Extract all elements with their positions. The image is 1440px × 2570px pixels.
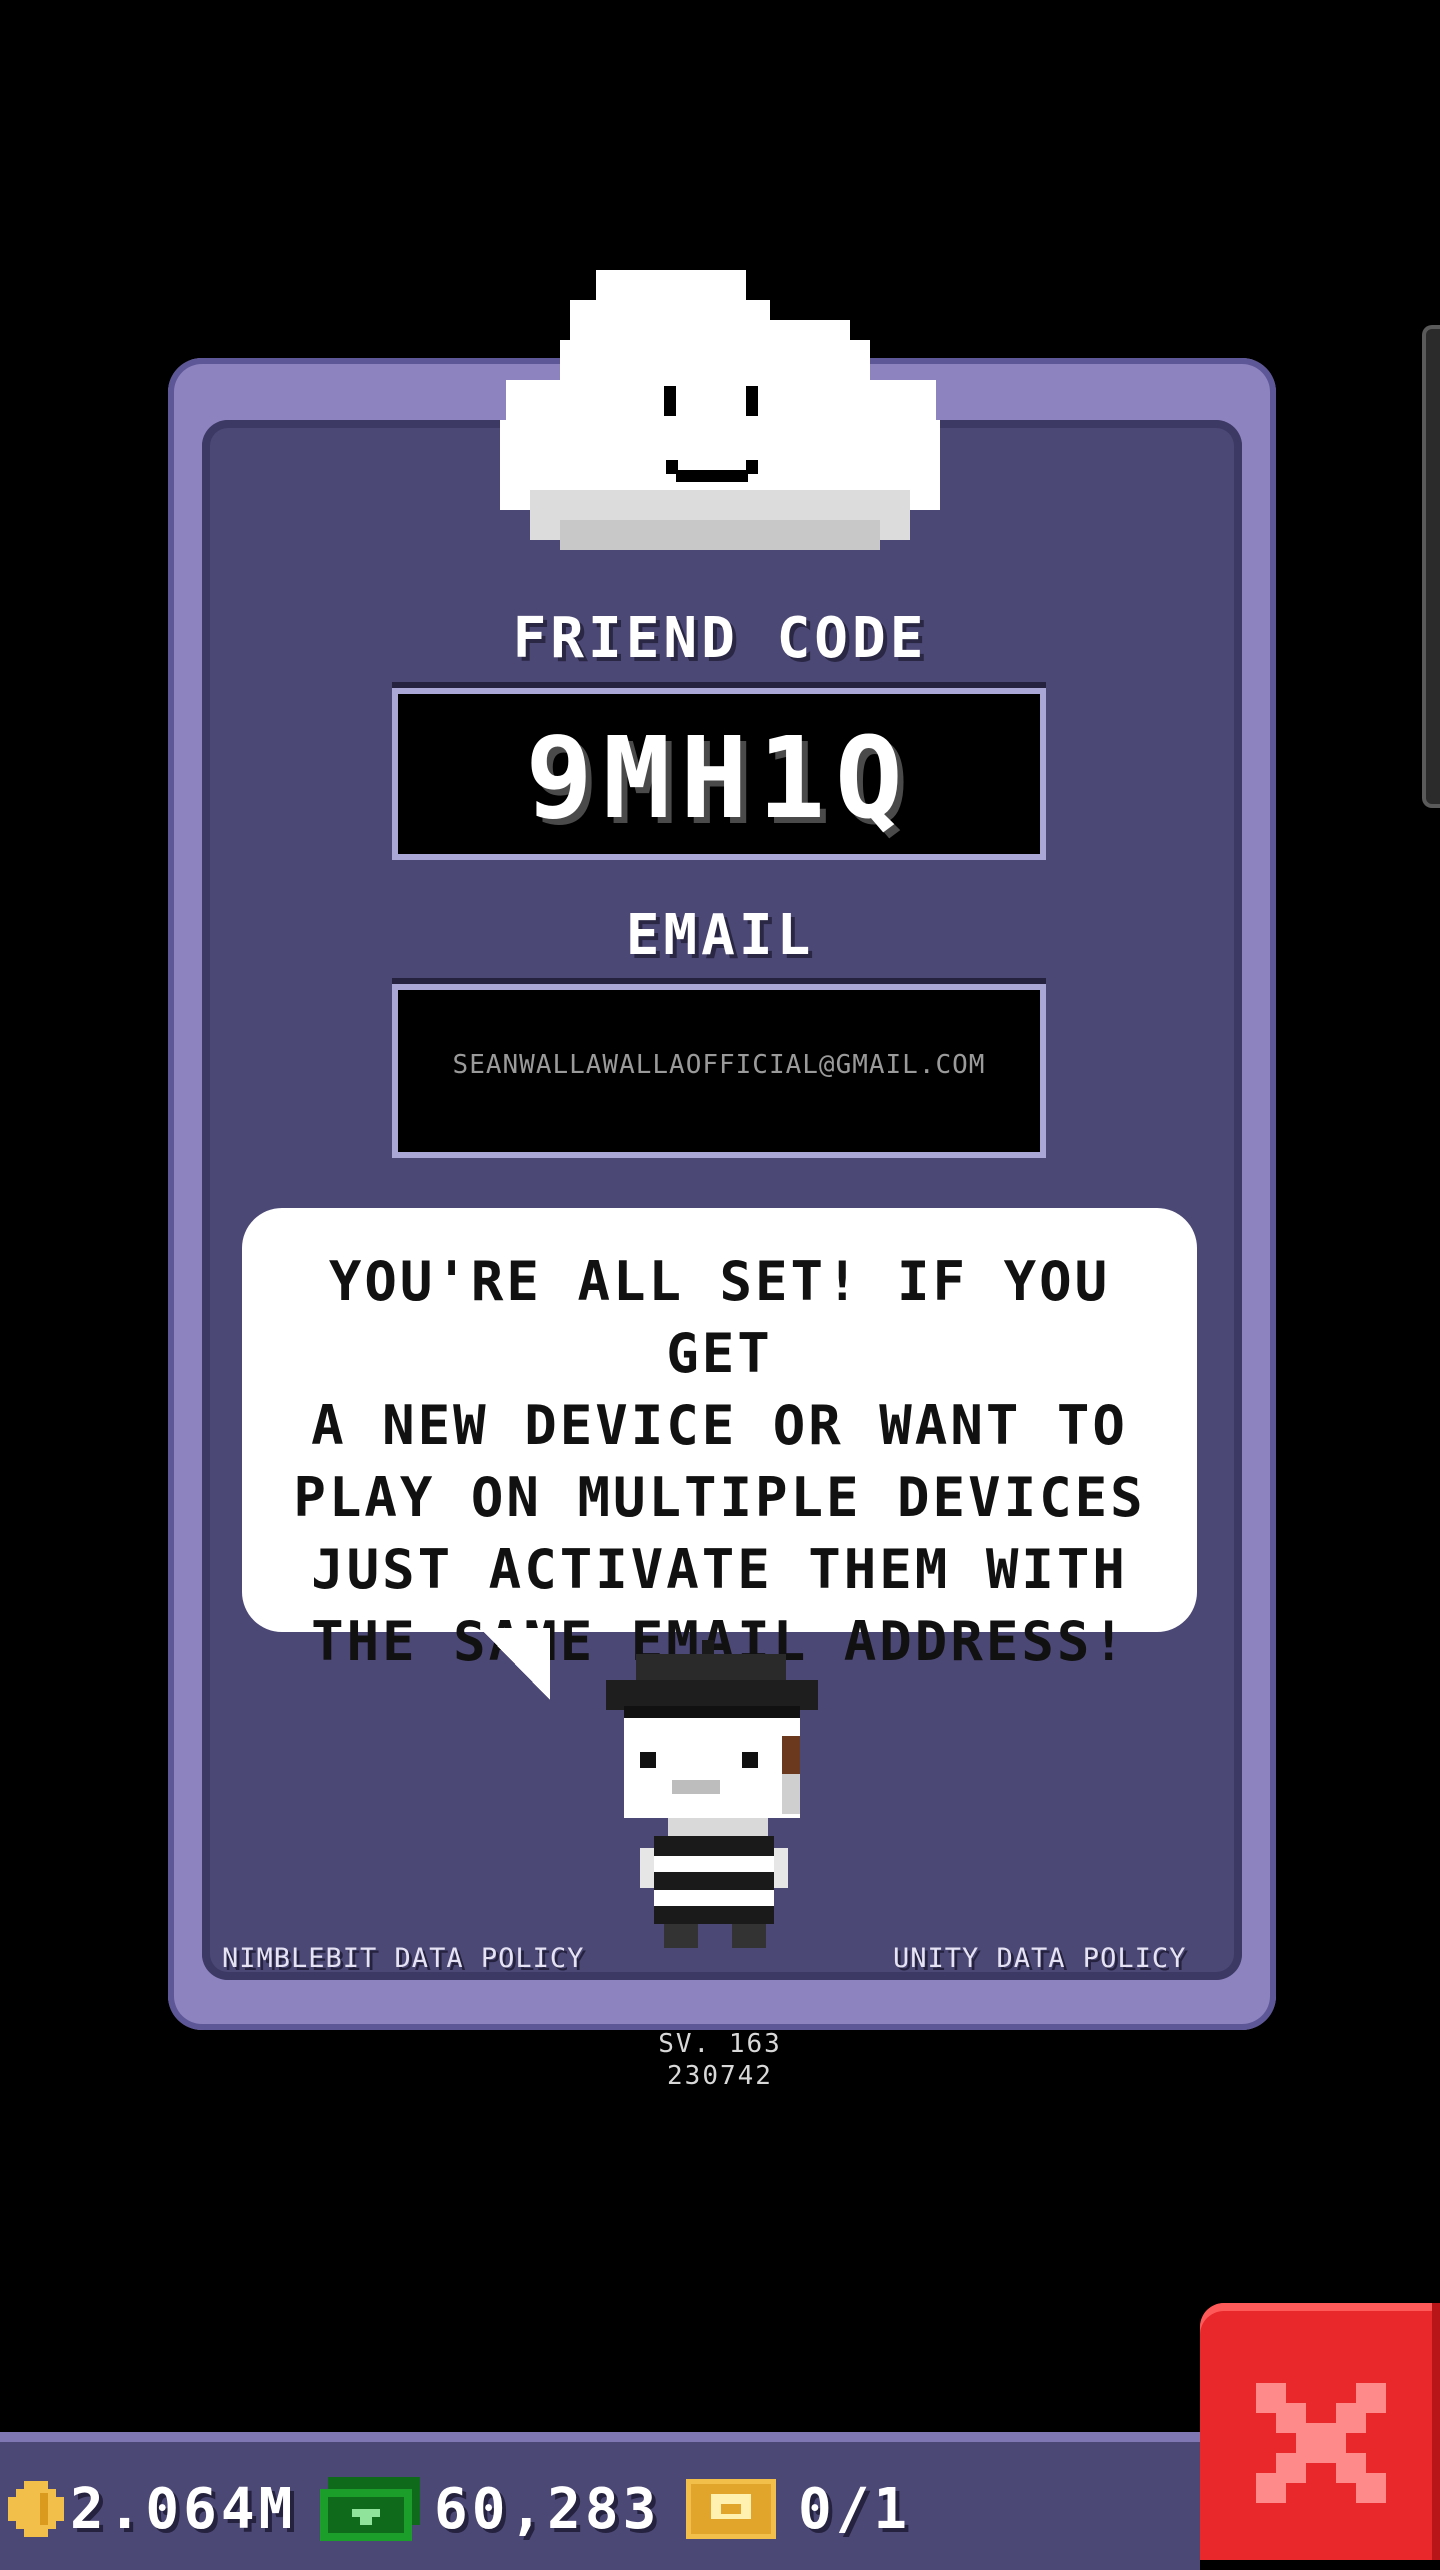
- friend-code-box[interactable]: 9MH1Q: [392, 688, 1046, 860]
- bux-value: 60,283: [434, 2476, 661, 2542]
- coins-value: 2.064M: [70, 2476, 297, 2542]
- speech-line: JUST ACTIVATE THEM WITH: [311, 1538, 1128, 1601]
- email-value: SEANWALLAWALLAOFFICIAL@GMAIL.COM: [452, 1050, 986, 1080]
- ticket-icon: [686, 2479, 776, 2539]
- tickets-stat: 0/1: [686, 2464, 911, 2554]
- speech-bubble: YOU'RE ALL SET! IF YOU GET A NEW DEVICE …: [242, 1208, 1197, 1673]
- bux-stat: 60,283: [320, 2464, 660, 2554]
- email-label: EMAIL: [625, 903, 815, 968]
- email-field[interactable]: SEANWALLAWALLAOFFICIAL@GMAIL.COM: [392, 984, 1046, 1158]
- bux-icon: [320, 2477, 420, 2541]
- close-icon: [1256, 2383, 1386, 2503]
- currency-bar: 2.064M 60,283 0/1: [0, 2432, 1200, 2570]
- mime-character-icon: [606, 1640, 818, 1948]
- tickets-value: 0/1: [798, 2476, 912, 2542]
- friend-code-label: FRIEND CODE: [512, 606, 928, 671]
- speech-line: A NEW DEVICE OR WANT TO: [311, 1394, 1128, 1457]
- friend-code-value: 9MH1Q: [525, 714, 913, 844]
- speech-bubble-text: YOU'RE ALL SET! IF YOU GET A NEW DEVICE …: [272, 1246, 1167, 1678]
- version-line-1: SV. 163: [658, 2029, 782, 2059]
- version-line-2: 230742: [667, 2061, 773, 2091]
- unity-data-policy-link[interactable]: UNITY DATA POLICY: [893, 1943, 1186, 1974]
- close-button[interactable]: [1200, 2303, 1440, 2560]
- coin-icon: [8, 2481, 64, 2537]
- nimblebit-data-policy-link[interactable]: NIMBLEBIT DATA POLICY: [222, 1943, 584, 1974]
- side-scroll-handle[interactable]: [1422, 325, 1440, 808]
- speech-line: PLAY ON MULTIPLE DEVICES: [293, 1466, 1146, 1529]
- speech-bubble-tail: [480, 1628, 550, 1700]
- speech-line: YOU'RE ALL SET! IF YOU GET: [328, 1250, 1111, 1385]
- cloud-mascot-icon: [500, 270, 940, 550]
- coins-stat: 2.064M: [8, 2464, 296, 2554]
